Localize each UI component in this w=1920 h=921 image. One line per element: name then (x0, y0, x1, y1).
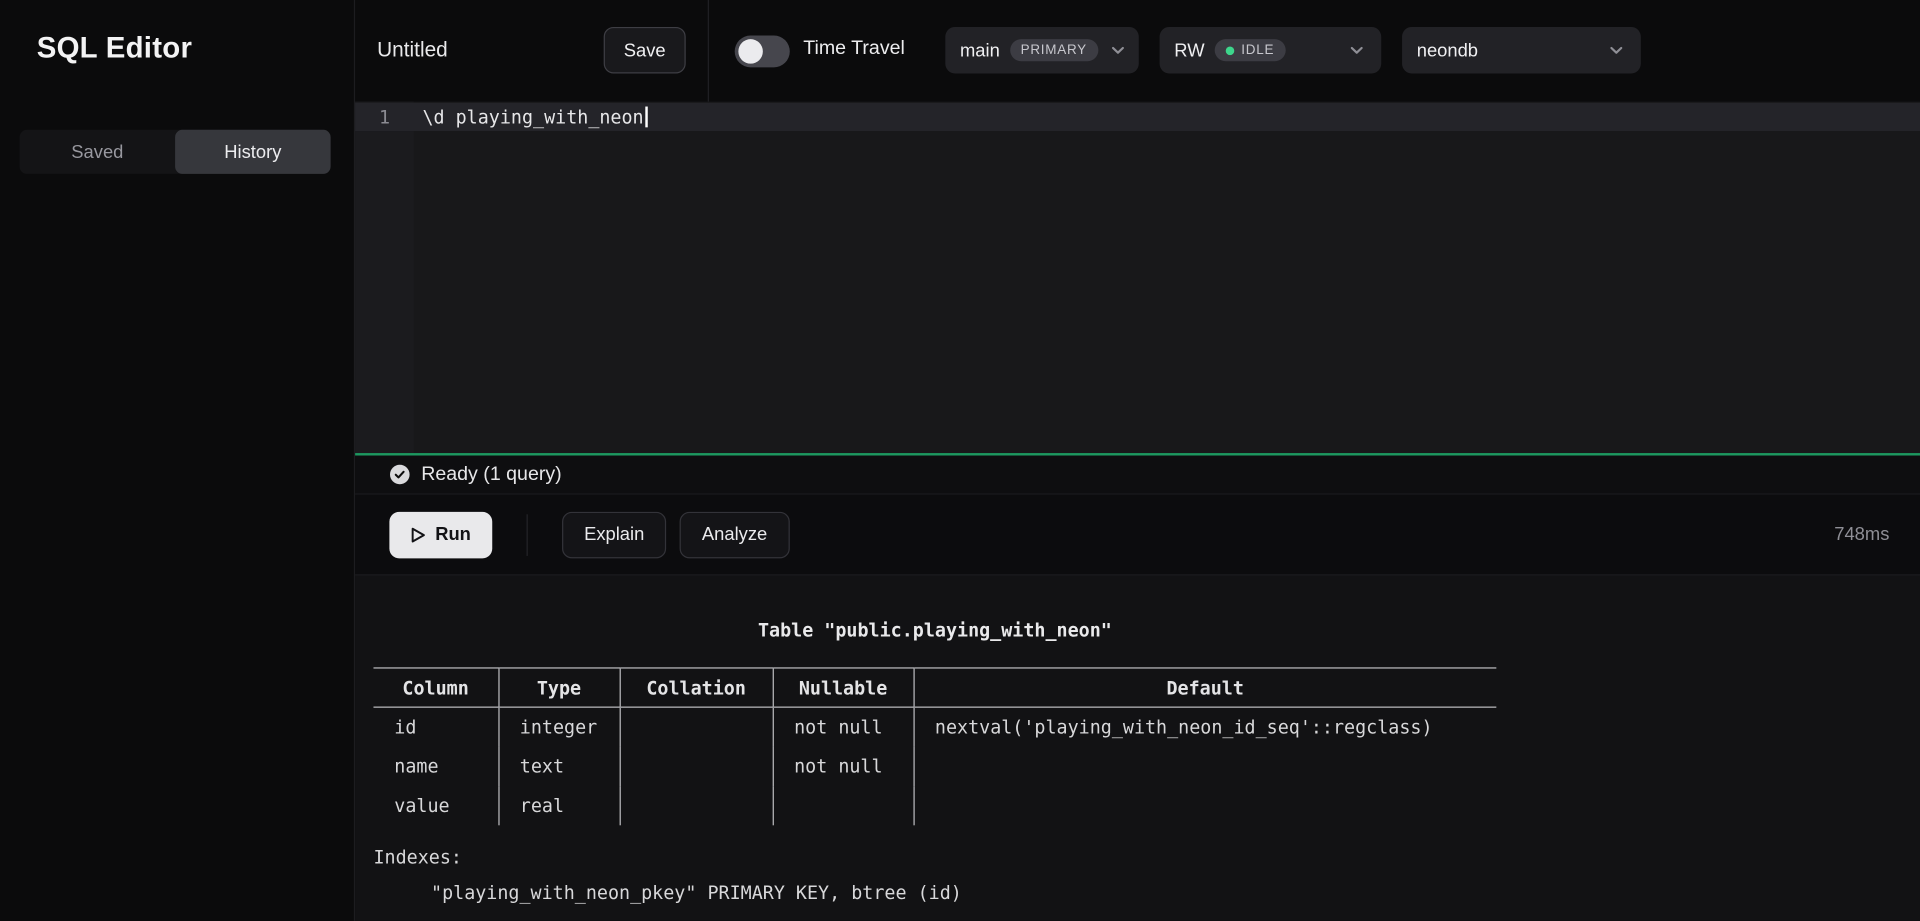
toggle-knob (738, 39, 762, 63)
indexes-section: Indexes: "playing_with_neon_pkey" PRIMAR… (373, 839, 1920, 910)
table-cell: name (373, 746, 498, 785)
line-number: 1 (355, 106, 414, 128)
query-toolbar: Run Explain Analyze 748ms (355, 495, 1920, 576)
idle-status-dot (1225, 46, 1234, 55)
saved-history-tabs: Saved History (20, 130, 331, 174)
psql-result-table: Column Type Collation Nullable Default i… (373, 667, 1496, 824)
run-button[interactable]: Run (389, 511, 492, 558)
status-bar: Ready (1 query) (355, 453, 1920, 495)
table-cell (773, 786, 914, 825)
table-cell: text (498, 746, 619, 785)
column-header: Type (498, 668, 619, 707)
query-name-field[interactable]: Untitled (377, 38, 448, 62)
idle-status-badge: IDLE (1214, 39, 1285, 61)
tab-saved[interactable]: Saved (20, 130, 176, 174)
topbar-divider (708, 0, 709, 102)
text-cursor (645, 107, 647, 128)
table-cell (913, 746, 1496, 785)
table-cell: value (373, 786, 498, 825)
compute-name: RW (1174, 40, 1204, 61)
table-cell (620, 746, 773, 785)
primary-badge: PRIMARY (1010, 39, 1098, 61)
query-results-panel: Table "public.playing_with_neon" Column … (355, 576, 1920, 921)
sql-editor-app: SQL Editor Saved History Untitled Save T… (0, 0, 1920, 921)
database-name: neondb (1417, 40, 1478, 61)
tab-history[interactable]: History (175, 130, 331, 174)
table-cell: integer (498, 707, 619, 746)
play-icon (411, 526, 427, 543)
result-table-title: Table "public.playing_with_neon" (373, 620, 1496, 642)
compute-selector[interactable]: RW IDLE (1160, 27, 1382, 74)
explain-button[interactable]: Explain (562, 511, 666, 558)
toolbar-divider (527, 514, 528, 556)
table-cell (620, 786, 773, 825)
code-text: \d playing_with_neon (422, 106, 643, 128)
time-travel-toggle[interactable] (735, 36, 790, 68)
branch-name: main (960, 40, 1000, 61)
indexes-label: Indexes: (373, 839, 1920, 875)
idle-status-label: IDLE (1241, 43, 1274, 58)
branch-selector[interactable]: main PRIMARY (945, 27, 1138, 74)
table-cell (620, 707, 773, 746)
query-duration: 748ms (1834, 524, 1889, 545)
table-cell (913, 786, 1496, 825)
run-button-label: Run (435, 524, 471, 545)
column-header: Column (373, 668, 498, 707)
status-message: Ready (1 query) (421, 463, 561, 485)
index-entry: "playing_with_neon_pkey" PRIMARY KEY, bt… (373, 875, 1920, 911)
chevron-down-icon (1347, 40, 1367, 60)
time-travel-label: Time Travel (803, 38, 905, 60)
chevron-down-icon (1108, 40, 1128, 60)
table-cell: real (498, 786, 619, 825)
chevron-down-icon (1607, 40, 1627, 60)
table-cell: id (373, 707, 498, 746)
save-button[interactable]: Save (604, 27, 686, 74)
database-selector[interactable]: neondb (1402, 27, 1641, 74)
table-row: value real (373, 786, 1496, 825)
line-number-gutter (355, 102, 414, 453)
sidebar: SQL Editor Saved History (0, 0, 355, 921)
table-row: id integer not null nextval('playing_wit… (373, 707, 1496, 746)
table-header-row: Column Type Collation Nullable Default (373, 668, 1496, 707)
column-header: Nullable (773, 668, 914, 707)
table-row: name text not null (373, 746, 1496, 785)
page-title: SQL Editor (37, 32, 192, 66)
analyze-button[interactable]: Analyze (680, 511, 789, 558)
table-cell: not null (773, 707, 914, 746)
sql-code-editor[interactable]: 1 \d playing_with_neon (355, 102, 1920, 453)
topbar: Untitled Save Time Travel main PRIMARY R… (355, 0, 1920, 102)
table-cell: not null (773, 746, 914, 785)
check-circle-icon (389, 464, 410, 485)
column-header: Default (913, 668, 1496, 707)
column-header: Collation (620, 668, 773, 707)
active-code-line: 1 \d playing_with_neon (355, 103, 1920, 131)
table-cell: nextval('playing_with_neon_id_seq'::regc… (913, 707, 1496, 746)
